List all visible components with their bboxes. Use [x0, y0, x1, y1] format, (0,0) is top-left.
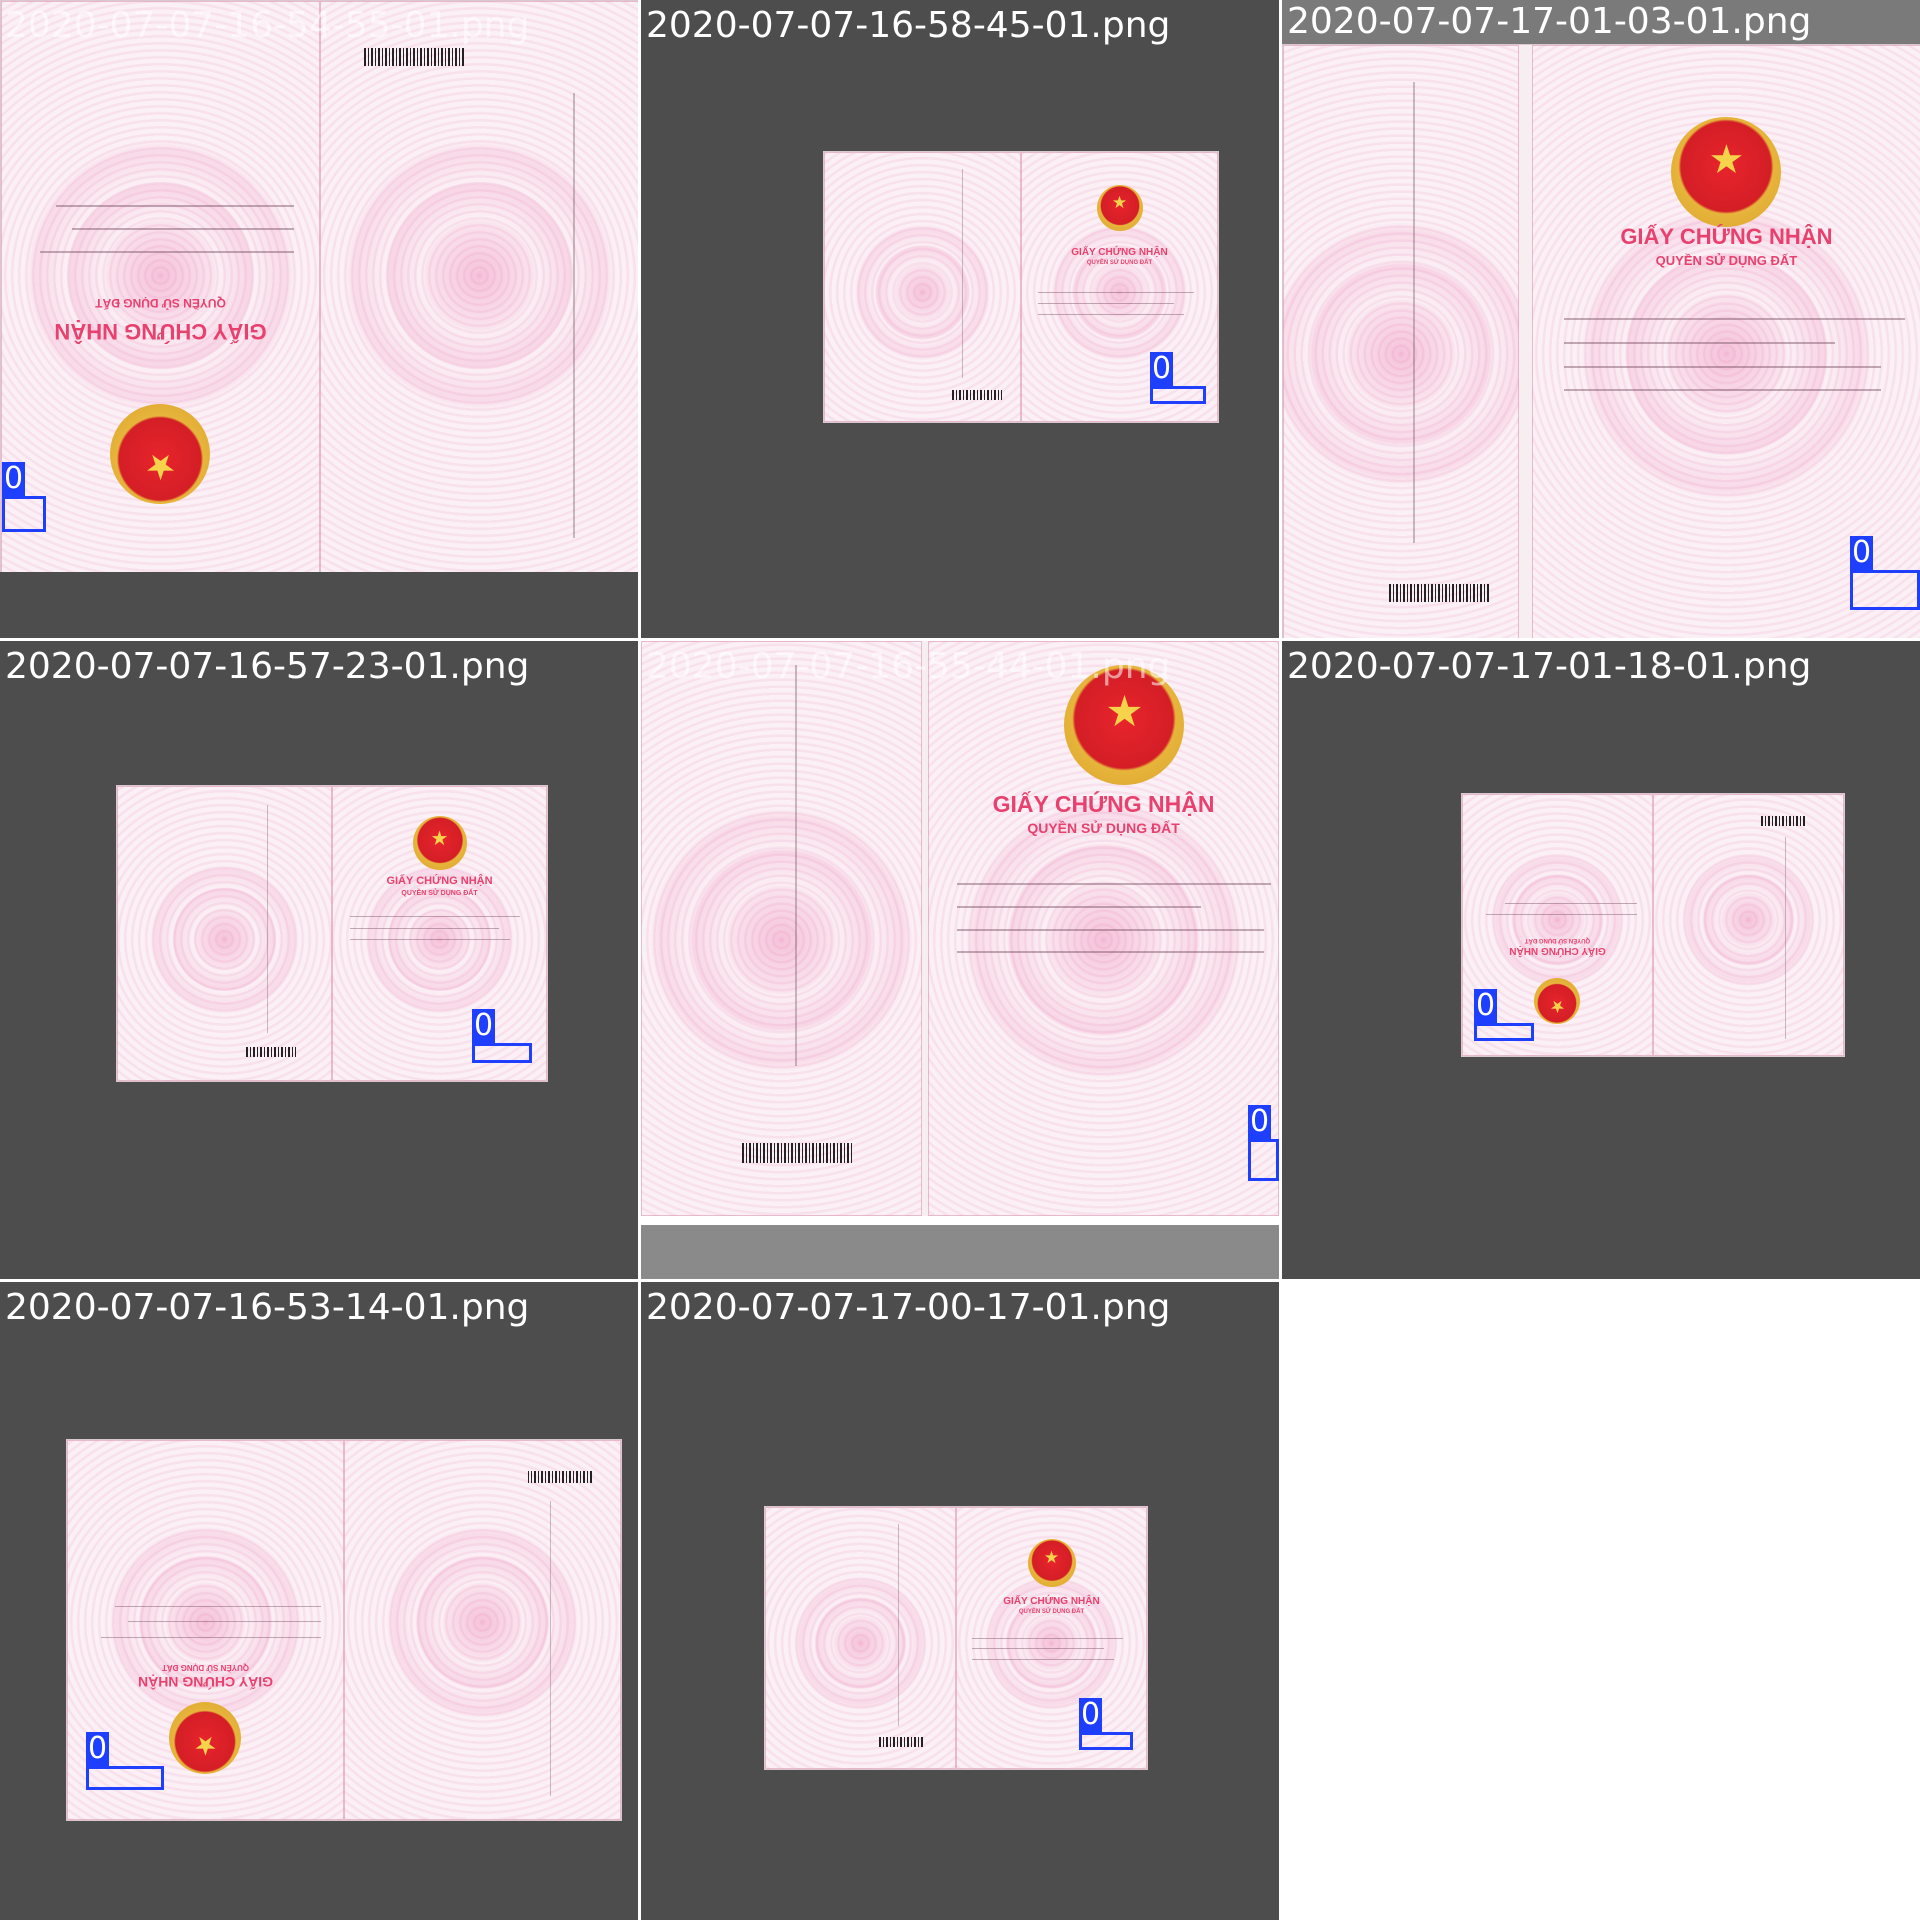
- document-title: GIẤY CHỨNG NHẬN: [1071, 246, 1168, 258]
- detection-box[interactable]: [472, 1043, 532, 1063]
- barcode: [879, 1737, 925, 1748]
- document-subtitle: QUYỀN SỬ DỤNG ĐẤT: [1655, 253, 1798, 269]
- document-page: [824, 152, 1021, 422]
- detection-box[interactable]: [2, 496, 46, 532]
- image-tile[interactable]: GIẤY CHỨNG NHẬN QUYỀN SỬ DỤNG ĐẤT 2020-0…: [641, 641, 1279, 1279]
- emblem-icon: [1027, 1539, 1076, 1588]
- empty-cell: [1282, 1282, 1920, 1920]
- barcode: [245, 1046, 296, 1057]
- detection-label: 0: [86, 1731, 110, 1766]
- barcode: [1389, 584, 1490, 603]
- emblem-icon: [1096, 185, 1143, 232]
- emblem-icon: [412, 816, 467, 871]
- document-title: GIẤY CHỨNG NHẬN: [137, 1674, 274, 1691]
- barcode: [363, 47, 464, 66]
- document-page: [344, 1440, 621, 1820]
- detection-label: 0: [1850, 535, 1874, 570]
- document-image: GIẤY CHỨNG NHẬN QUYỀN SỬ DỤNG ĐẤT: [1282, 44, 1920, 638]
- document-title: GIẤY CHỨNG NHẬN: [386, 874, 493, 887]
- document-page: GIẤY CHỨNG NHẬN QUYỀN SỬ DỤNG ĐẤT: [956, 1507, 1147, 1769]
- detection-label: 0: [1150, 351, 1174, 386]
- barcode: [1760, 815, 1806, 826]
- document-page: [320, 1, 638, 573]
- document-title: GIẤY CHỨNG NHẬN: [1620, 223, 1833, 249]
- image-tile[interactable]: GIẤY CHỨNG NHẬN QUYỀN SỬ DỤNG ĐẤT 2020-0…: [1282, 0, 1920, 638]
- image-tile[interactable]: 2020-07-07-16-58-45-01.png GIẤY CHỨNG NH…: [641, 0, 1279, 638]
- detection-box[interactable]: [1850, 570, 1920, 610]
- document-subtitle: QUYỀN SỬ DỤNG ĐẤT: [1018, 1609, 1085, 1616]
- document-page: GIẤY CHỨNG NHẬN QUYỀN SỬ DỤNG ĐẤT: [332, 786, 547, 1081]
- detection-label: 0: [1079, 1697, 1103, 1732]
- detection-label: 0: [1474, 988, 1498, 1023]
- document-subtitle: QUYỀN SỬ DỤNG ĐẤT: [401, 889, 478, 897]
- document-title: GIẤY CHỨNG NHẬN: [54, 319, 267, 344]
- document-image: GIẤY CHỨNG NHẬN QUYỀN SỬ DỤNG ĐẤT: [66, 1439, 622, 1821]
- document-image: GIẤY CHỨNG NHẬN QUYỀN SỬ DỤNG ĐẤT: [641, 641, 1279, 1216]
- document-subtitle: QUYỀN SỬ DỤNG ĐẤT: [95, 295, 226, 310]
- document-page: GIẤY CHỨNG NHẬN QUYỀN SỬ DỤNG ĐẤT: [928, 641, 1279, 1216]
- tile-filename: 2020-07-07-17-00-17-01.png: [646, 1287, 1171, 1328]
- detection-label: 0: [2, 461, 26, 496]
- document-title: GIẤY CHỨNG NHẬN: [992, 790, 1215, 817]
- document-page: [765, 1507, 956, 1769]
- document-title: GIẤY CHỨNG NHẬN: [1003, 1596, 1100, 1608]
- emblem-icon: [1671, 117, 1782, 228]
- image-tile[interactable]: 2020-07-07-17-01-18-01.png GIẤY CHỨNG NH…: [1282, 641, 1920, 1279]
- document-page: [1653, 794, 1844, 1056]
- detection-box[interactable]: [1474, 1023, 1534, 1041]
- emblem-icon: [169, 1701, 242, 1774]
- barcode: [951, 389, 1002, 400]
- document-image: GIẤY CHỨNG NHẬN QUYỀN SỬ DỤNG ĐẤT: [1461, 793, 1845, 1057]
- image-tile[interactable]: 2020-07-07-16-57-23-01.png GIẤY CHỨNG NH…: [0, 641, 638, 1279]
- document-page: GIẤY CHỨNG NHẬN QUYỀN SỬ DỤNG ĐẤT: [1021, 152, 1218, 422]
- document-subtitle: QUYỀN SỬ DỤNG ĐẤT: [161, 1662, 250, 1672]
- tile-filename: 2020-07-07-17-01-18-01.png: [1287, 646, 1812, 687]
- emblem-icon: [1534, 977, 1581, 1024]
- image-grid: GIẤY CHỨNG NHẬN QUYỀN SỬ DỤNG ĐẤT 2020-0…: [0, 0, 1920, 1920]
- image-tile[interactable]: 2020-07-07-16-53-14-01.png GIẤY CHỨNG NH…: [0, 1282, 638, 1920]
- document-subtitle: QUYỀN SỬ DỤNG ĐẤT: [1086, 260, 1153, 267]
- tile-filename: 2020-07-07-17-01-03-01.png: [1282, 0, 1920, 44]
- document-page: GIẤY CHỨNG NHẬN QUYỀN SỬ DỤNG ĐẤT: [1, 1, 320, 573]
- detection-label: 0: [472, 1008, 496, 1043]
- barcode: [528, 1471, 593, 1484]
- detection-box[interactable]: [86, 1766, 164, 1790]
- image-tile[interactable]: 2020-07-07-17-00-17-01.png GIẤY CHỨNG NH…: [641, 1282, 1279, 1920]
- document-image: GIẤY CHỨNG NHẬN QUYỀN SỬ DỤNG ĐẤT: [0, 0, 638, 574]
- emblem-icon: [110, 403, 211, 504]
- document-subtitle: QUYỀN SỬ DỤNG ĐẤT: [1027, 819, 1180, 836]
- detection-label: 0: [1248, 1104, 1272, 1139]
- document-page: [1283, 45, 1520, 638]
- barcode: [742, 1143, 853, 1164]
- tile-filename: 2020-07-07-16-55-44-01.png: [646, 646, 1171, 687]
- document-subtitle: QUYỀN SỬ DỤNG ĐẤT: [1524, 937, 1591, 944]
- image-tile[interactable]: GIẤY CHỨNG NHẬN QUYỀN SỬ DỤNG ĐẤT 2020-0…: [0, 0, 638, 638]
- tile-filename: 2020-07-07-16-54-55-01.png: [5, 5, 530, 46]
- detection-box[interactable]: [1150, 386, 1206, 404]
- tile-filename: 2020-07-07-16-57-23-01.png: [5, 646, 530, 687]
- tile-filename: 2020-07-07-16-53-14-01.png: [5, 1287, 530, 1328]
- document-page: [117, 786, 332, 1081]
- document-title: GIẤY CHỨNG NHẬN: [1509, 945, 1606, 957]
- detection-box[interactable]: [1079, 1732, 1133, 1750]
- tile-filename: 2020-07-07-16-58-45-01.png: [646, 5, 1171, 46]
- detection-box[interactable]: [1248, 1139, 1279, 1181]
- document-page: [641, 641, 922, 1216]
